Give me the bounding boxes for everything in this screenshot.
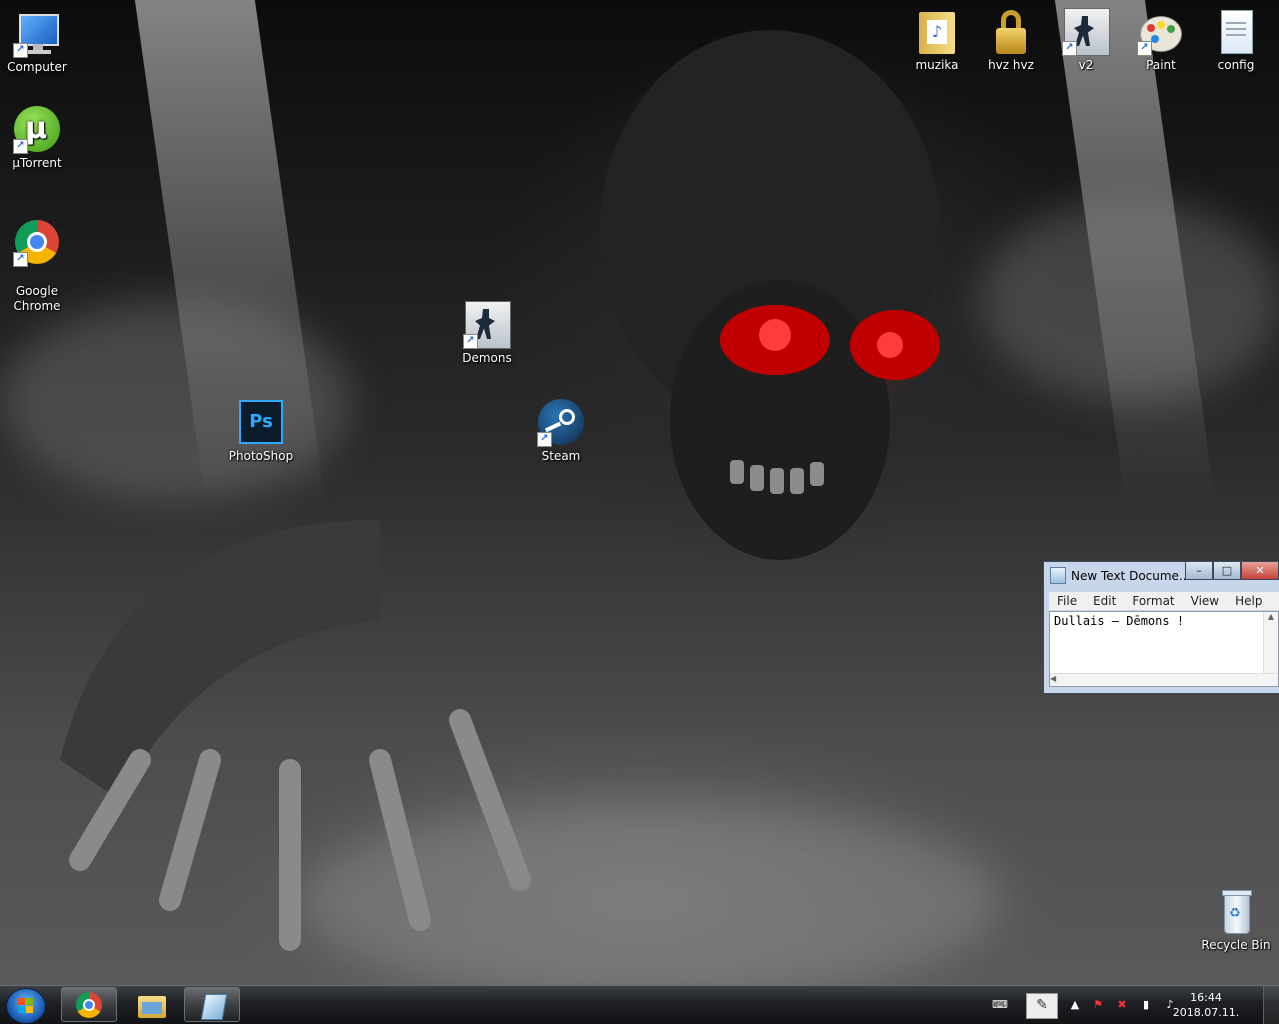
notepad-window[interactable]: New Text Docume... – □ ✕ File Edit Forma… (1043, 561, 1279, 694)
config-file[interactable]: config (1201, 8, 1271, 73)
taskbar-notepad[interactable] (184, 987, 240, 1022)
system-clock[interactable]: 16:44 2018.07.11. (1171, 990, 1241, 1020)
utorrent-icon: µ ↗ (13, 106, 61, 154)
google-chrome-shortcut[interactable]: ↗ Google Chrome (2, 204, 72, 329)
computer-icon-shortcut[interactable]: ↗ Computer (2, 10, 72, 75)
notepad-icon (1050, 567, 1066, 584)
icon-label: PhotoShop (228, 449, 294, 463)
menu-format[interactable]: Format (1124, 592, 1182, 610)
vertical-scrollbar[interactable]: ▲ (1263, 612, 1278, 674)
icon-label: config (1217, 58, 1255, 72)
keyboard-icon[interactable]: ⌨ (992, 998, 1008, 1012)
demon-skull-art (60, 30, 940, 951)
icon-label: hvz hvz (988, 58, 1034, 72)
steam-icon: ↗ (537, 399, 585, 447)
monitor-icon: ↗ (13, 10, 61, 58)
icon-label: Paint (1146, 58, 1176, 72)
counter-strike-icon: ↗ (1062, 8, 1110, 56)
close-button[interactable]: ✕ (1241, 562, 1279, 580)
minimize-button[interactable]: – (1185, 562, 1213, 580)
v2-shortcut[interactable]: ↗ v2 (1051, 8, 1121, 73)
icon-label: Google Chrome (13, 284, 61, 313)
lock-icon (987, 8, 1035, 56)
counter-strike-icon: ↗ (463, 301, 511, 349)
menu-view[interactable]: View (1183, 592, 1227, 610)
recycle-bin-icon: ♻ (1212, 888, 1260, 936)
clock-date: 2018.07.11. (1172, 1006, 1240, 1019)
start-button[interactable] (6, 988, 46, 1024)
folder-icon (138, 992, 166, 1018)
windows-logo-icon (18, 998, 34, 1014)
menu-help[interactable]: Help (1227, 592, 1270, 610)
icon-label: µTorrent (12, 156, 62, 170)
show-hidden-icons-button[interactable]: ▲ (1068, 998, 1082, 1012)
icon-label: v2 (1078, 58, 1094, 72)
icon-label: Demons (462, 351, 512, 365)
window-title-bar[interactable]: New Text Docume... (1050, 567, 1190, 584)
notepad-icon (199, 992, 228, 1020)
pen-input-icon[interactable]: ✎ (1026, 993, 1058, 1019)
photoshop-shortcut[interactable]: Ps PhotoShop (226, 399, 296, 464)
network-icon[interactable]: ▮ (1139, 998, 1153, 1012)
menu-bar: File Edit Format View Help (1049, 592, 1279, 610)
clock-time: 16:44 (1190, 991, 1222, 1004)
security-alert-icon[interactable]: ✖ (1115, 998, 1129, 1012)
steam-shortcut[interactable]: ↗ Steam (526, 399, 596, 464)
recycle-bin[interactable]: ♻ Recycle Bin (1201, 888, 1271, 953)
icon-label: Recycle Bin (1201, 938, 1271, 952)
text-editor-area[interactable]: Dullais – Dēmons ! ▲ ◀ (1049, 611, 1279, 687)
text-document-icon (1212, 8, 1260, 56)
show-desktop-button[interactable] (1263, 986, 1279, 1024)
hvz-hvz-folder[interactable]: hvz hvz (976, 8, 1046, 73)
music-folder-icon: ♪ (913, 8, 961, 56)
icon-label: Computer (7, 60, 67, 74)
muzika-folder[interactable]: ♪ muzika (902, 8, 972, 73)
taskbar-chrome[interactable] (61, 987, 117, 1022)
photoshop-icon: Ps (237, 399, 285, 447)
window-title: New Text Docume... (1071, 568, 1191, 583)
demons-shortcut[interactable]: ↗ Demons (452, 301, 522, 366)
icon-label: muzika (915, 58, 959, 72)
paint-palette-icon: ↗ (1137, 8, 1185, 56)
icon-label: Steam (541, 449, 581, 463)
document-text[interactable]: Dullais – Dēmons ! (1054, 614, 1184, 628)
menu-edit[interactable]: Edit (1085, 592, 1124, 610)
maximize-button[interactable]: □ (1213, 562, 1241, 580)
chrome-icon (76, 992, 104, 1018)
taskbar: ⌨ ✎ ▲ ⚑ ✖ ▮ ♪ 16:44 2018.07.11. (0, 985, 1279, 1024)
menu-file[interactable]: File (1049, 592, 1085, 610)
chrome-icon: ↗ (13, 219, 61, 267)
utorrent-shortcut[interactable]: µ ↗ µTorrent (2, 106, 72, 171)
action-center-icon[interactable]: ⚑ (1091, 998, 1105, 1012)
horizontal-scrollbar[interactable]: ◀ (1050, 673, 1278, 686)
desktop-wallpaper (0, 0, 1279, 985)
taskbar-explorer[interactable] (123, 987, 179, 1022)
paint-shortcut[interactable]: ↗ Paint (1126, 8, 1196, 73)
